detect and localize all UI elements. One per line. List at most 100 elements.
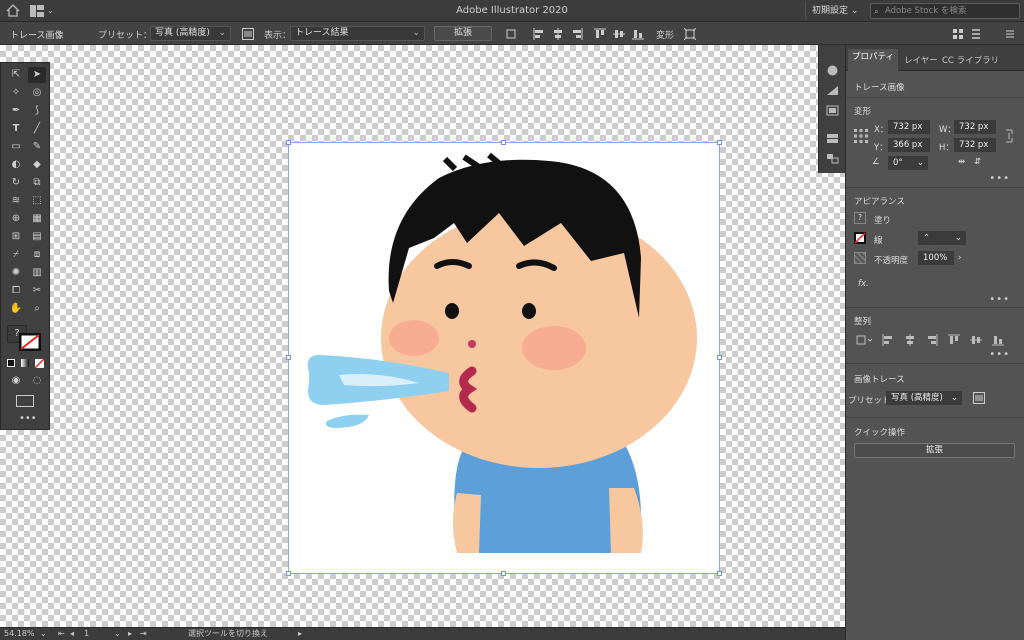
width-field[interactable]: 732 px: [954, 120, 996, 134]
isolate-icon[interactable]: [684, 28, 696, 40]
stroke-swatch-icon[interactable]: [854, 232, 866, 244]
panel-menu-icon[interactable]: [1004, 28, 1016, 40]
workspace-dropdown[interactable]: 初期設定 ⌄: [805, 3, 864, 19]
align-center-icon[interactable]: [552, 28, 564, 40]
align-right-icon[interactable]: [571, 28, 583, 40]
tab-cc-libraries[interactable]: CC ライブラリ: [942, 54, 999, 66]
artboard-tool-icon[interactable]: ⧠: [7, 283, 25, 299]
tab-properties[interactable]: プロパティ: [848, 49, 898, 71]
eraser-icon[interactable]: ◆: [28, 157, 46, 173]
trace-panel-icon[interactable]: [242, 28, 254, 40]
last-artboard-icon[interactable]: ⇥: [140, 628, 147, 640]
align-to-icon[interactable]: [506, 28, 518, 40]
paintbrush-icon[interactable]: ✎: [28, 139, 46, 155]
preset-select[interactable]: 写真 (高精度) ⌄: [150, 26, 231, 41]
line-tool-icon[interactable]: ╱: [28, 121, 46, 137]
more-options-icon[interactable]: •••: [989, 294, 1010, 305]
resize-handle[interactable]: [717, 571, 722, 576]
eyedropper-icon[interactable]: ⌿: [7, 247, 25, 263]
chevron-down-icon[interactable]: ⌄: [114, 628, 121, 640]
stroke-label[interactable]: 線: [874, 234, 883, 246]
chevron-down-icon[interactable]: ⌄: [40, 628, 47, 640]
align-bottom-icon[interactable]: [632, 28, 644, 40]
resize-handle[interactable]: [717, 355, 722, 360]
trace-panel-icon[interactable]: [973, 392, 985, 404]
align-left-icon[interactable]: [882, 334, 894, 346]
resize-handle[interactable]: [286, 140, 291, 145]
opacity-field[interactable]: 100%: [918, 251, 954, 265]
none-mode-icon[interactable]: [35, 359, 44, 368]
reference-point-icon[interactable]: [854, 129, 868, 143]
graph-tool-icon[interactable]: ▥: [28, 265, 46, 281]
color-guide-icon[interactable]: [826, 85, 839, 96]
traced-image[interactable]: [286, 140, 722, 576]
align-top-icon[interactable]: [594, 28, 606, 40]
fx-button[interactable]: fx.: [858, 279, 869, 289]
color-mode-icon[interactable]: [7, 359, 15, 367]
resize-handle[interactable]: [717, 140, 722, 145]
status-menu-icon[interactable]: ▸: [298, 628, 302, 640]
resize-handle[interactable]: [286, 355, 291, 360]
magic-wand-icon[interactable]: ✧: [7, 85, 25, 101]
direct-selection-tool-icon[interactable]: ➤: [28, 67, 46, 83]
resize-handle[interactable]: [286, 571, 291, 576]
blend-tool-icon[interactable]: ⧈: [28, 247, 46, 263]
draw-mode-icon[interactable]: ◉: [7, 373, 25, 389]
gradient-mode-icon[interactable]: [21, 359, 29, 367]
stroke-weight-stepper[interactable]: ⌃: [918, 231, 932, 245]
grid-icon[interactable]: [952, 28, 964, 40]
shaper-tool-icon[interactable]: ◐: [7, 157, 25, 173]
selection-tool-icon[interactable]: ⇱: [7, 67, 25, 83]
artboards-panel-icon[interactable]: [826, 153, 839, 164]
constrain-proportions-icon[interactable]: [1004, 129, 1014, 143]
next-artboard-icon[interactable]: ▸: [128, 628, 132, 640]
align-middle-icon[interactable]: [613, 28, 625, 40]
resize-handle[interactable]: [501, 571, 506, 576]
opacity-label[interactable]: 不透明度: [874, 254, 908, 266]
align-right-icon[interactable]: [926, 334, 938, 346]
align-center-icon[interactable]: [904, 334, 916, 346]
expand-button[interactable]: 拡張: [434, 26, 492, 41]
align-top-icon[interactable]: [948, 334, 960, 346]
expand-button[interactable]: 拡張: [854, 443, 1015, 458]
pen-tool-icon[interactable]: ✒: [7, 103, 25, 119]
align-bottom-icon[interactable]: [992, 334, 1004, 346]
prev-artboard-icon[interactable]: ◂: [70, 628, 74, 640]
resize-handle[interactable]: [501, 140, 506, 145]
hand-tool-icon[interactable]: ✋: [7, 301, 25, 317]
slice-tool-icon[interactable]: ✂: [28, 283, 46, 299]
gradient-tool-icon[interactable]: ▤: [28, 229, 46, 245]
type-tool-icon[interactable]: T: [7, 121, 25, 137]
chevron-right-icon[interactable]: ›: [958, 253, 961, 263]
edit-toolbar-icon[interactable]: •••: [19, 413, 37, 424]
rectangle-tool-icon[interactable]: ▭: [7, 139, 25, 155]
mesh-tool-icon[interactable]: ⊞: [7, 229, 25, 245]
zoom-tool-icon[interactable]: ⌕: [28, 301, 46, 317]
curvature-tool-icon[interactable]: ⟆: [28, 103, 46, 119]
zoom-level[interactable]: 54.18%: [4, 628, 35, 640]
tab-layers[interactable]: レイヤー: [904, 54, 938, 66]
more-options-icon[interactable]: •••: [989, 173, 1010, 184]
align-left-icon[interactable]: [533, 28, 545, 40]
angle-field[interactable]: 0° ⌄: [888, 156, 928, 170]
first-artboard-icon[interactable]: ⇤: [58, 628, 65, 640]
more-options-icon[interactable]: •••: [989, 349, 1010, 360]
flip-vertical-icon[interactable]: ⇵: [974, 157, 981, 167]
stock-search-input[interactable]: ⌕ Adobe Stock を検索: [870, 3, 1020, 19]
color-panel-icon[interactable]: [826, 65, 839, 76]
swatches-icon[interactable]: [826, 105, 839, 116]
view-select[interactable]: トレース結果 ⌄: [290, 26, 425, 41]
rotate-tool-icon[interactable]: ↻: [7, 175, 25, 191]
width-tool-icon[interactable]: ≋: [7, 193, 25, 209]
free-transform-icon[interactable]: ⬚: [28, 193, 46, 209]
canvas[interactable]: [0, 45, 845, 627]
transform-link[interactable]: 変形: [656, 28, 674, 41]
shape-builder-icon[interactable]: ⊕: [7, 211, 25, 227]
x-field[interactable]: 732 px: [888, 120, 930, 134]
change-screen-mode-icon[interactable]: [16, 395, 34, 407]
arrange-icon[interactable]: [970, 28, 982, 40]
artboard-number[interactable]: 1: [84, 628, 89, 640]
layers-panel-icon[interactable]: [826, 133, 839, 144]
stroke-swatch-icon[interactable]: [19, 333, 41, 351]
align-middle-icon[interactable]: [970, 334, 982, 346]
